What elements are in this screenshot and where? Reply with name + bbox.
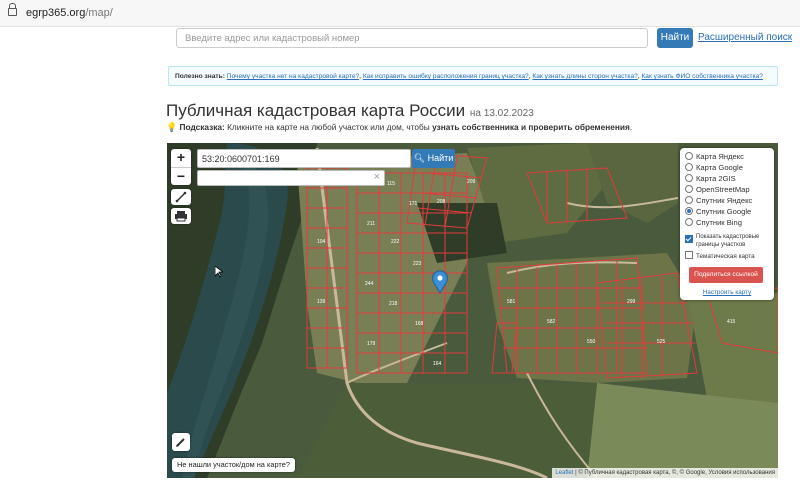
svg-text:211: 211 xyxy=(367,221,375,227)
svg-text:218: 218 xyxy=(389,301,398,307)
mouse-cursor-icon xyxy=(215,266,223,278)
page-title: Публичная кадастровая карта России на 13… xyxy=(166,101,534,120)
cadastral-number-input[interactable]: 53:20:0600701:169 xyxy=(197,149,411,168)
lock-icon xyxy=(8,3,17,16)
zoom-control: + − xyxy=(171,149,191,185)
svg-text:244: 244 xyxy=(365,281,374,287)
layer-option-google-satellite[interactable]: Спутник Google xyxy=(685,207,751,217)
info-link-fix-boundaries[interactable]: Как исправить ошибку расположения границ… xyxy=(363,73,529,80)
radio-icon[interactable] xyxy=(685,196,693,204)
zoom-out-button[interactable]: − xyxy=(171,168,191,186)
layer-option-2gis-map[interactable]: Карта 2GIS xyxy=(685,174,736,184)
info-label: Полезно знать: xyxy=(175,73,225,80)
svg-text:550: 550 xyxy=(587,339,596,345)
svg-text:208: 208 xyxy=(437,199,446,205)
cadastral-secondary-field[interactable]: × xyxy=(197,170,385,186)
cadastral-boundaries-toggle[interactable]: Показать кадастровые границы участков xyxy=(685,234,771,249)
info-link-side-lengths[interactable]: Как узнать длины сторон участка? xyxy=(532,73,637,80)
close-icon[interactable]: × xyxy=(374,171,380,183)
svg-text:171: 171 xyxy=(409,201,418,207)
configure-map-link[interactable]: Настроить карту xyxy=(680,289,774,296)
layer-option-openstreetmap[interactable]: OpenStreetMap xyxy=(685,185,750,195)
info-link-no-parcel[interactable]: Почему участка нет на кадастровой карте? xyxy=(227,73,359,80)
svg-text:168: 168 xyxy=(415,321,424,327)
browser-address-bar[interactable]: egrp365.org/map/ xyxy=(0,0,800,27)
edit-button[interactable] xyxy=(172,433,190,451)
svg-text:223: 223 xyxy=(413,261,422,267)
measure-tool-button[interactable] xyxy=(171,189,191,205)
lightbulb-icon: 💡 xyxy=(166,122,178,132)
layer-option-bing-satellite[interactable]: Спутник Bing xyxy=(685,218,742,228)
search-icon: 🔍︎ xyxy=(413,153,426,163)
pencil-icon xyxy=(176,438,185,447)
useful-info-box: Полезно знать: Почему участка нет на кад… xyxy=(168,66,778,86)
radio-selected-icon[interactable] xyxy=(685,207,693,215)
layers-panel: Карта Яндекс Карта Google Карта 2GIS Ope… xyxy=(680,148,774,300)
url-text[interactable]: egrp365.org/map/ xyxy=(26,7,113,19)
svg-text:115: 115 xyxy=(387,181,395,187)
layer-option-yandex-map[interactable]: Карта Яндекс xyxy=(685,152,744,162)
printer-icon xyxy=(175,211,187,222)
map-attribution: Leaflet | © Публичная кадастровая карта,… xyxy=(552,468,778,478)
map-find-button[interactable]: 🔍︎ Найти xyxy=(412,149,455,168)
radio-icon[interactable] xyxy=(685,152,693,160)
layer-option-yandex-satellite[interactable]: Спутник Яндекс xyxy=(685,196,752,206)
svg-text:299: 299 xyxy=(627,299,636,305)
svg-text:209: 209 xyxy=(467,179,476,185)
svg-text:581: 581 xyxy=(507,299,516,305)
search-button[interactable]: Найти xyxy=(657,28,693,48)
hint-line: 💡 Подсказка: Кликните на карте на любой … xyxy=(166,122,633,132)
svg-text:139: 139 xyxy=(317,299,326,305)
search-input[interactable]: Введите адрес или кадастровый номер xyxy=(176,28,648,48)
info-link-owner-name[interactable]: Как узнать ФИО собственника участка? xyxy=(641,73,762,80)
radio-icon[interactable] xyxy=(685,163,693,171)
advanced-search-link[interactable]: Расширенный поиск xyxy=(698,32,792,43)
svg-text:179: 179 xyxy=(367,341,376,347)
svg-text:222: 222 xyxy=(391,239,400,245)
zoom-in-button[interactable]: + xyxy=(171,149,191,168)
radio-icon[interactable] xyxy=(685,218,693,226)
svg-text:164: 164 xyxy=(433,361,442,367)
ruler-icon xyxy=(175,191,187,203)
not-found-button[interactable]: Не нашли участок/дом на карте? xyxy=(172,458,295,472)
checkbox-checked-icon[interactable] xyxy=(685,235,693,243)
svg-text:104: 104 xyxy=(317,239,326,245)
cadastral-map[interactable]: 113115171 211222223 244218168 179164104 … xyxy=(167,143,778,478)
share-link-button[interactable]: Поделиться ссылкой xyxy=(689,267,763,283)
checkbox-icon[interactable] xyxy=(685,251,693,259)
print-button[interactable] xyxy=(171,208,191,224)
radio-icon[interactable] xyxy=(685,185,693,193)
thematic-map-toggle[interactable]: Тематическая карта xyxy=(685,251,755,261)
svg-text:415: 415 xyxy=(727,319,736,325)
leaflet-link[interactable]: Leaflet xyxy=(555,470,573,476)
map-date: на 13.02.2023 xyxy=(469,108,534,119)
layer-option-google-map[interactable]: Карта Google xyxy=(685,163,743,173)
radio-icon[interactable] xyxy=(685,174,693,182)
svg-text:525: 525 xyxy=(657,339,666,345)
svg-text:582: 582 xyxy=(547,319,556,325)
